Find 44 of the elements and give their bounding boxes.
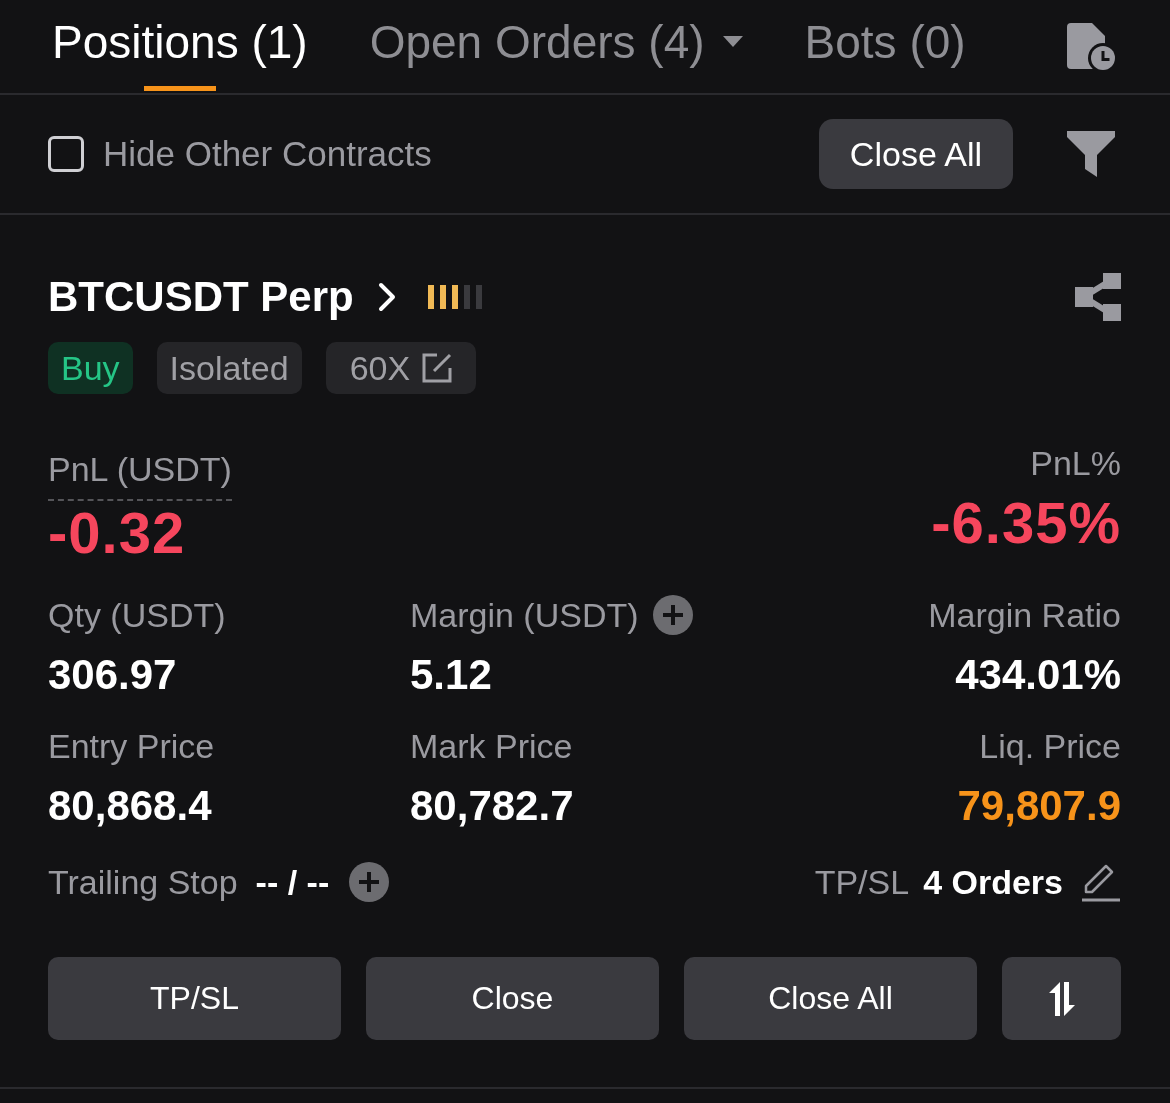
symbol-title[interactable]: BTCUSDT Perp <box>48 272 354 322</box>
leverage-tag[interactable]: 60X <box>325 342 477 394</box>
action-button[interactable]: Close <box>366 957 659 1040</box>
stat-value: 80,782.7 <box>410 782 574 830</box>
caret-icon[interactable] <box>722 36 743 47</box>
plus-circle-icon[interactable] <box>652 595 693 635</box>
stat-value: 80,868.4 <box>48 782 212 830</box>
side-tag: Buy <box>48 342 133 394</box>
pnl-percent-label: PnL% <box>1030 443 1121 483</box>
pnl-label[interactable]: PnL (USDT) <box>48 449 232 501</box>
tab[interactable]: Bots (0) <box>804 0 966 93</box>
close-all-button[interactable]: Close All <box>819 119 1013 189</box>
edit-icon[interactable] <box>422 353 453 383</box>
stat-value: 5.12 <box>410 651 492 699</box>
stat-value: 434.01% <box>955 651 1121 699</box>
filter-icon[interactable] <box>1067 131 1115 177</box>
checkbox[interactable] <box>48 136 84 172</box>
trailing-stop-value: -- / -- <box>255 862 330 902</box>
tp-sl-value: 4 Orders <box>923 862 1063 902</box>
reverse-button[interactable] <box>1002 957 1121 1040</box>
pencil-icon[interactable] <box>1081 862 1121 902</box>
stat-value: 306.97 <box>48 651 177 699</box>
action-button[interactable]: TP/SL <box>48 957 341 1040</box>
checkbox-label[interactable]: Hide Other Contracts <box>103 134 432 174</box>
action-button[interactable]: Close All <box>684 957 977 1040</box>
swap-arrows-icon <box>1047 981 1076 1016</box>
stat-label: Qty (USDT) <box>48 595 226 635</box>
tab[interactable]: Positions (1) <box>52 0 308 93</box>
stat-label: Margin Ratio <box>928 595 1121 635</box>
tp-sl-label: TP/SL <box>814 862 910 902</box>
margin-mode-tag: Isolated <box>156 342 302 394</box>
stat-label: Margin (USDT) <box>410 595 639 635</box>
stat-label: Entry Price <box>48 726 215 766</box>
stat-label: Mark Price <box>410 726 573 766</box>
document-clock-icon[interactable] <box>1065 21 1117 72</box>
plus-circle-icon[interactable] <box>349 862 390 902</box>
chevron-right-icon[interactable] <box>377 282 396 312</box>
pnl-percent-value: -6.35% <box>931 493 1121 553</box>
stat-label: Liq. Price <box>979 726 1121 766</box>
stat-value: 79,807.9 <box>957 782 1121 830</box>
trailing-stop-label: Trailing Stop <box>48 862 238 902</box>
tab[interactable]: Open Orders (4) <box>369 0 743 93</box>
share-icon[interactable] <box>1075 273 1121 321</box>
pnl-value: -0.32 <box>48 503 186 563</box>
